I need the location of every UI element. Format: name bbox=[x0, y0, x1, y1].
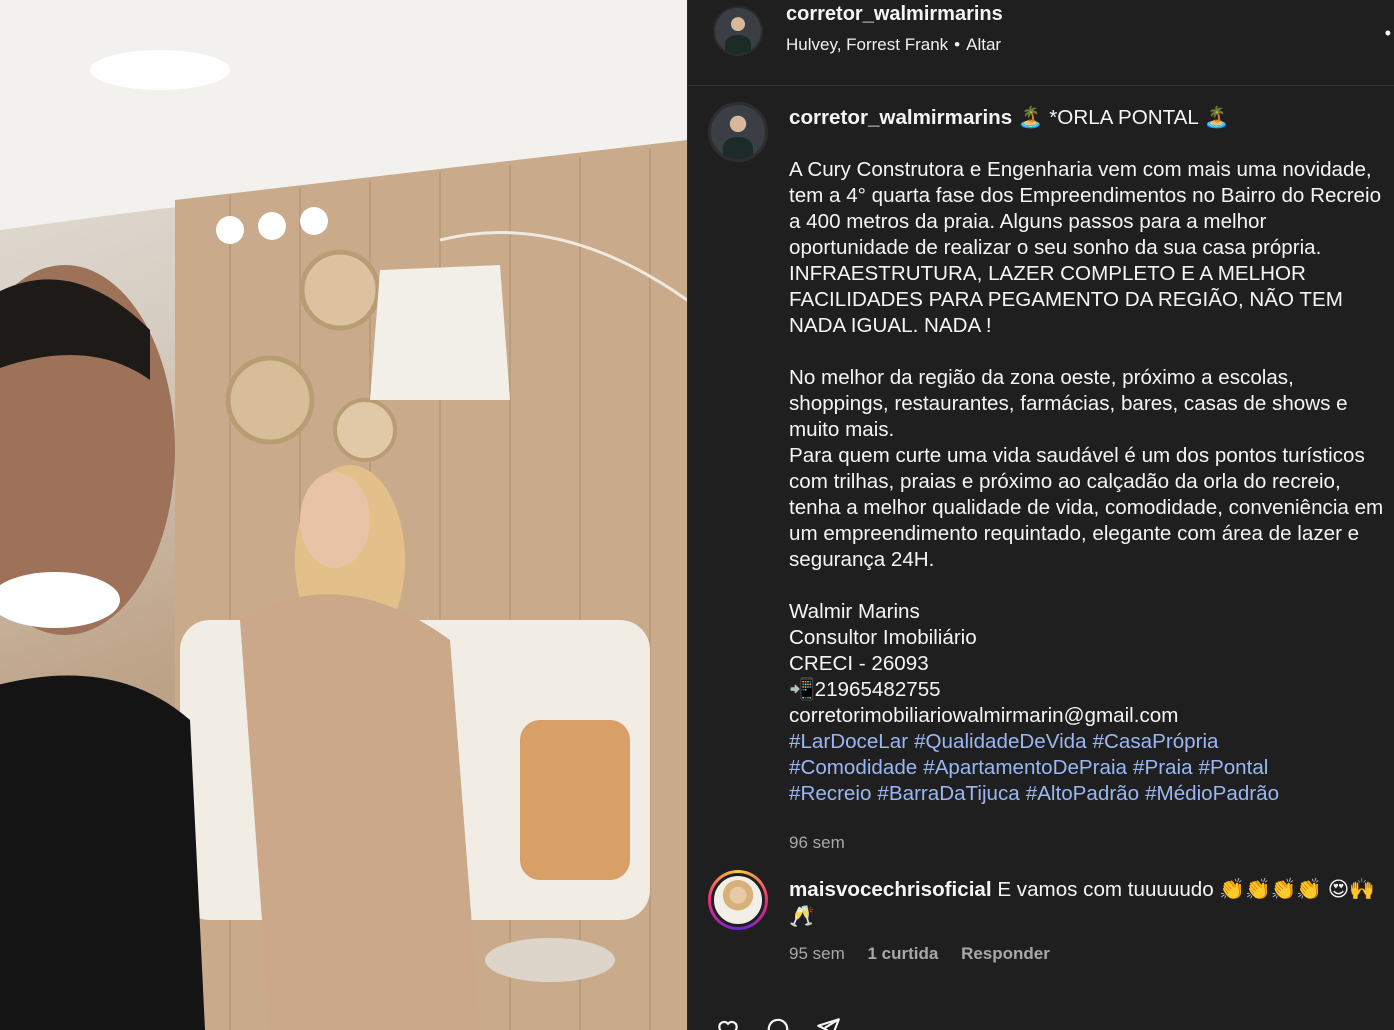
caption-author-username[interactable]: corretor_walmirmarins bbox=[789, 106, 1012, 129]
caption-text: corretor_walmirmarins 🏝️ *ORLA PONTAL 🏝️… bbox=[789, 105, 1389, 807]
comment-meta: 95 sem 1 curtida Responder bbox=[789, 944, 1068, 964]
hashtag-link[interactable]: #Comodidade bbox=[789, 756, 917, 779]
audio-track[interactable]: Hulvey, Forrest Frank • Altar bbox=[786, 35, 1001, 55]
caption-title: 🏝️ *ORLA PONTAL 🏝️ bbox=[1012, 106, 1230, 129]
share-icon[interactable] bbox=[815, 1016, 841, 1030]
hashtag-link[interactable]: #Recreio bbox=[789, 782, 871, 805]
heart-icon[interactable] bbox=[715, 1016, 741, 1030]
hashtag-link[interactable]: #ApartamentoDePraia bbox=[923, 756, 1127, 779]
comment-likes[interactable]: 1 curtida bbox=[867, 944, 938, 963]
hashtag-link[interactable]: #QualidadeDeVida bbox=[914, 730, 1087, 753]
comment-text: maisvocechrisoficial E vamos com tuuuuud… bbox=[789, 876, 1379, 930]
author-avatar[interactable] bbox=[713, 6, 763, 56]
post-header: corretor_walmirmarins Hulvey, Forrest Fr… bbox=[688, 0, 1394, 86]
hashtag-link[interactable]: #MédioPadrão bbox=[1145, 782, 1279, 805]
commenter-avatar[interactable] bbox=[708, 870, 768, 930]
caption-author-avatar[interactable] bbox=[708, 102, 768, 162]
hashtag-link[interactable]: #CasaPrópria bbox=[1093, 730, 1219, 753]
caption-body: A Cury Construtora e Engenharia vem com … bbox=[789, 158, 1384, 727]
separator-dot: • bbox=[954, 35, 961, 54]
hashtag-link[interactable]: #AltoPadrão bbox=[1026, 782, 1139, 805]
instagram-post-view: corretor_walmirmarins Hulvey, Forrest Fr… bbox=[0, 0, 1394, 1030]
post-media-video[interactable] bbox=[0, 0, 687, 1030]
video-frame-illustration bbox=[0, 0, 687, 1030]
hashtag-link[interactable]: #Praia bbox=[1133, 756, 1193, 779]
caption-hashtags: #LarDoceLar #QualidadeDeVida #CasaPrópria #… bbox=[789, 729, 1389, 807]
commenter-username[interactable]: maisvocechrisoficial bbox=[789, 878, 992, 901]
audio-artists[interactable]: Hulvey, Forrest Frank bbox=[786, 35, 948, 54]
comment-icon[interactable] bbox=[765, 1016, 791, 1030]
comment-timestamp[interactable]: 95 sem bbox=[789, 944, 845, 963]
hashtag-link[interactable]: #LarDoceLar bbox=[789, 730, 908, 753]
audio-title[interactable]: Altar bbox=[966, 35, 1001, 54]
post-actions-bar bbox=[688, 1016, 1394, 1030]
post-details-panel: corretor_walmirmarins Hulvey, Forrest Fr… bbox=[687, 0, 1394, 1030]
comments-scroll-area[interactable]: corretor_walmirmarins 🏝️ *ORLA PONTAL 🏝️… bbox=[688, 87, 1394, 1030]
more-options-icon[interactable]: • bbox=[1385, 24, 1391, 42]
author-username[interactable]: corretor_walmirmarins bbox=[786, 3, 1003, 26]
hashtag-link[interactable]: #BarraDaTijuca bbox=[877, 782, 1019, 805]
hashtag-link[interactable]: #Pontal bbox=[1199, 756, 1269, 779]
reply-button[interactable]: Responder bbox=[961, 944, 1050, 963]
caption-timestamp[interactable]: 96 sem bbox=[789, 833, 845, 853]
